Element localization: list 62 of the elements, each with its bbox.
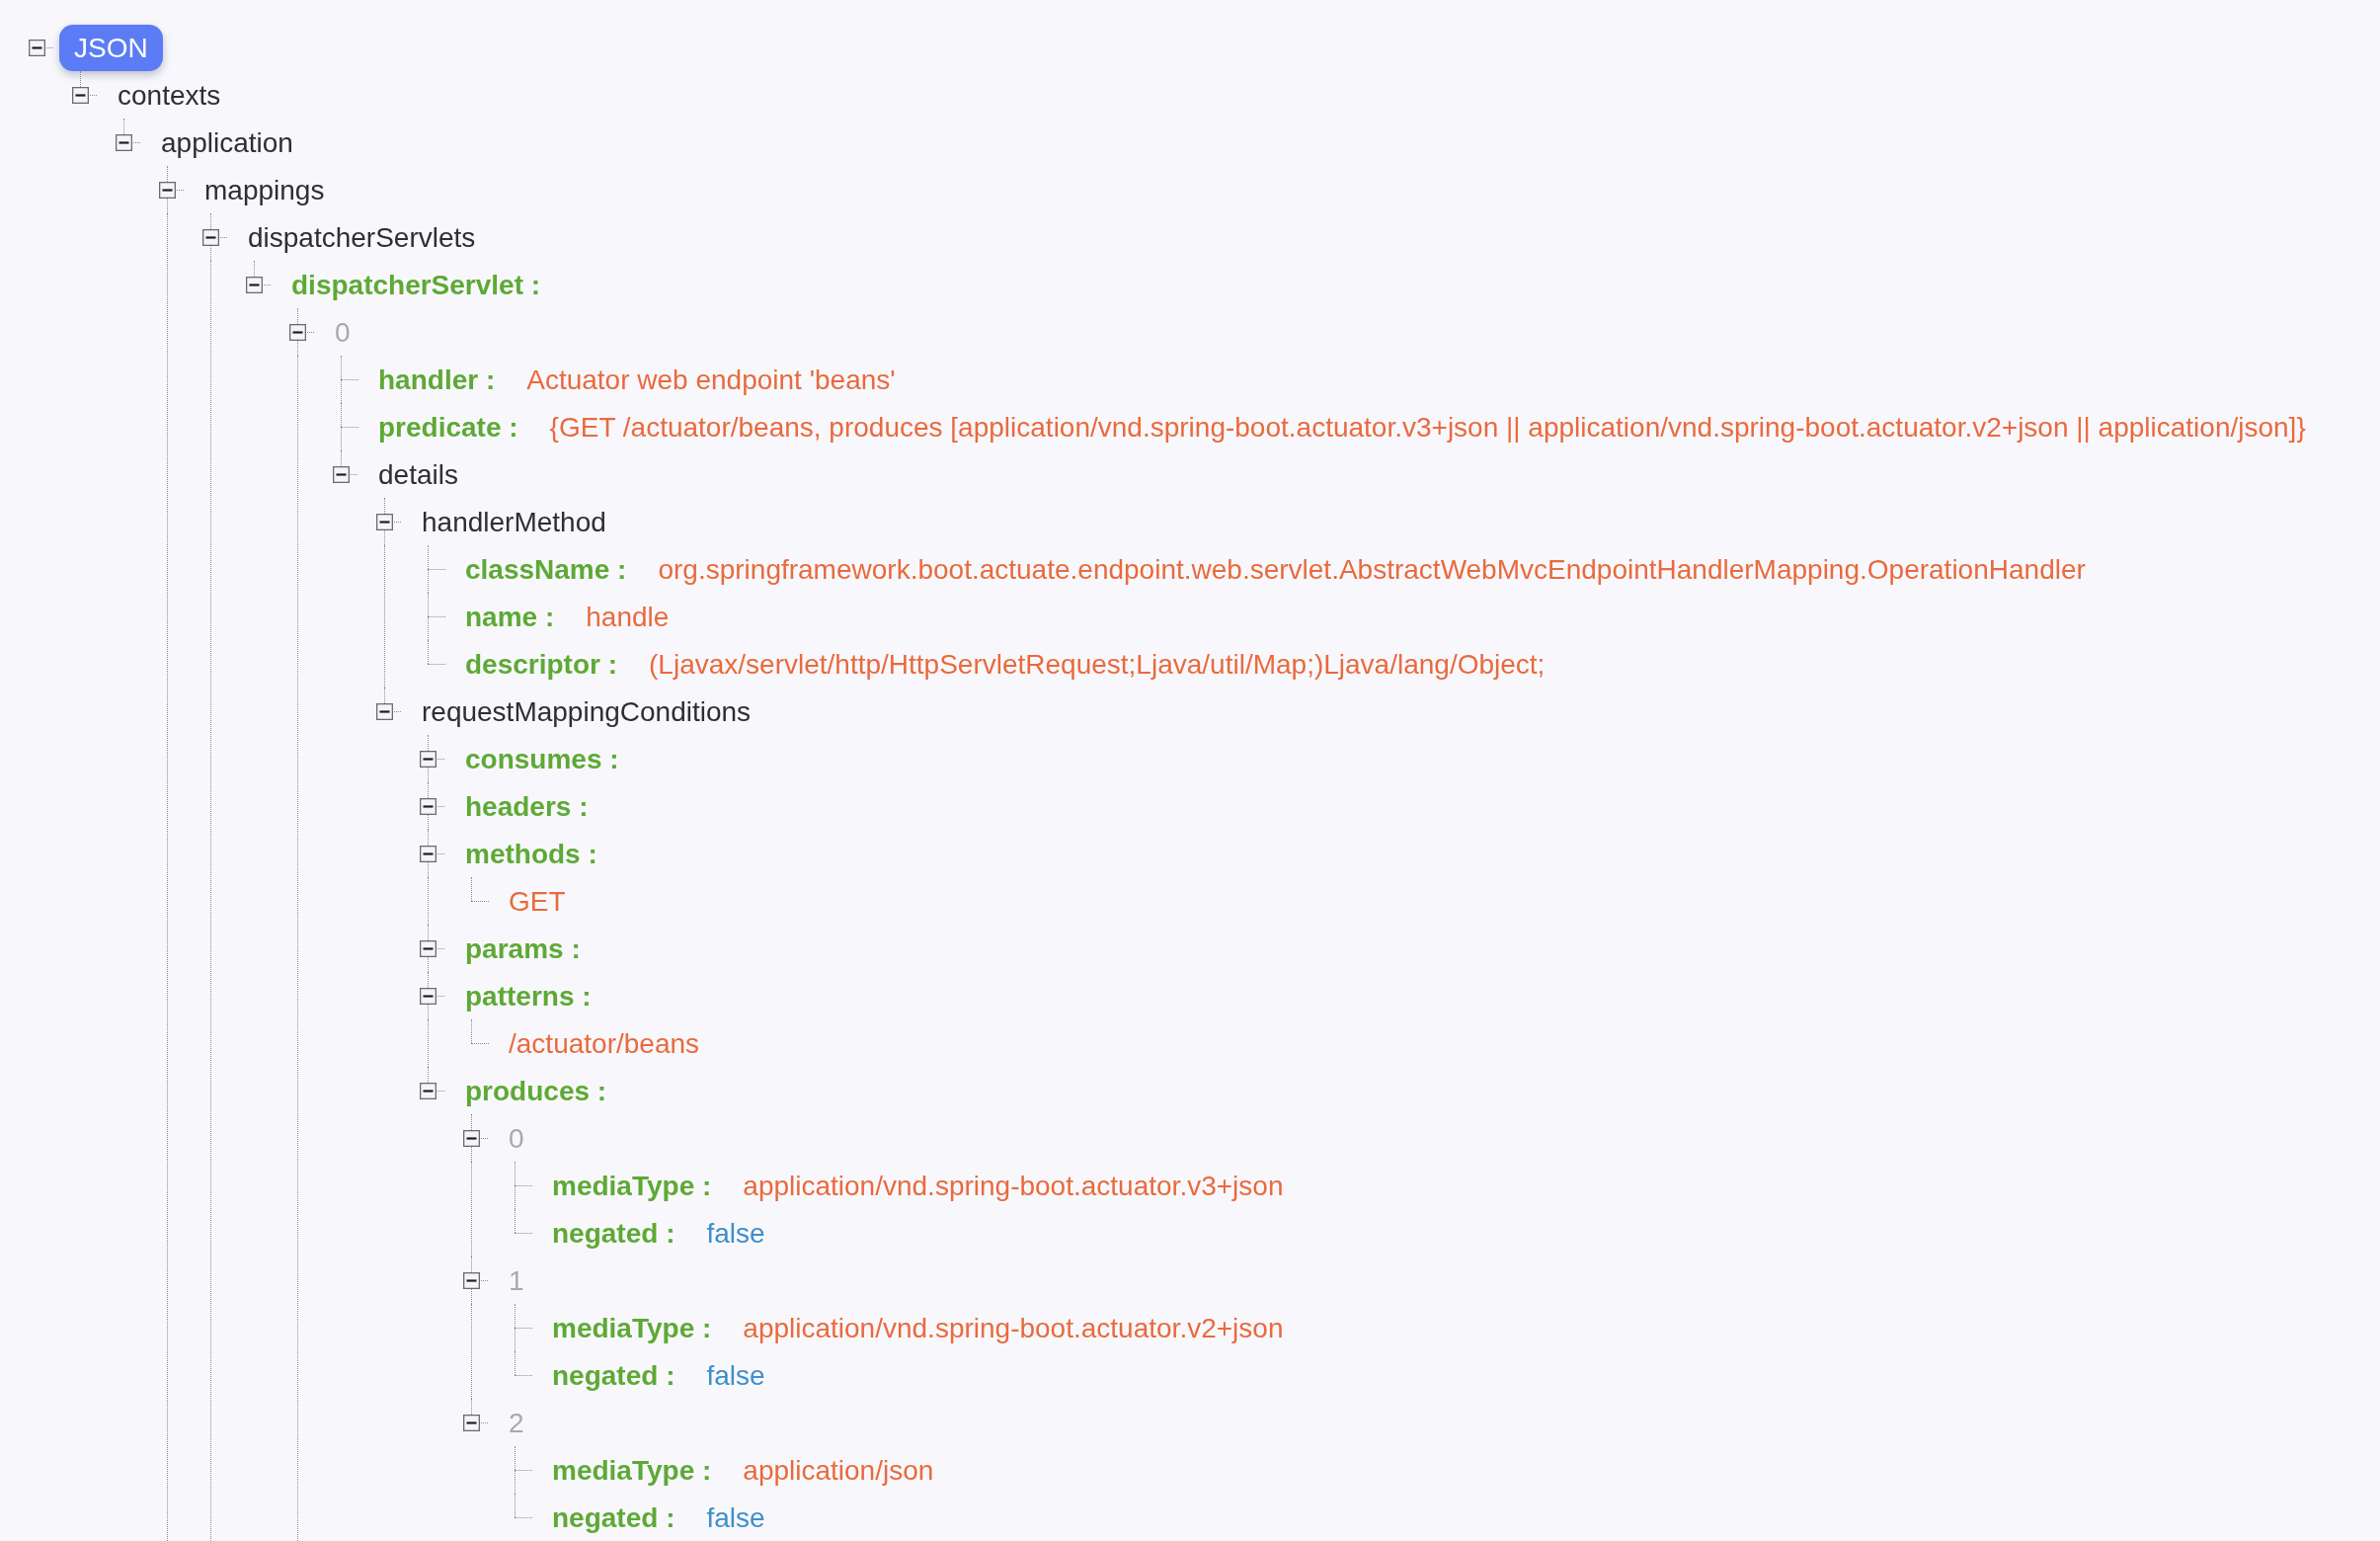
minus-toggle-icon[interactable]: [420, 751, 436, 768]
array-key-label[interactable]: dispatcherServlet :: [291, 267, 541, 302]
minus-toggle-icon[interactable]: [29, 40, 45, 56]
key-label[interactable]: descriptor :: [465, 646, 618, 682]
array-index-label[interactable]: 2: [509, 1405, 524, 1440]
key-label[interactable]: negated :: [552, 1215, 675, 1251]
minus-toggle-icon[interactable]: [463, 1130, 480, 1147]
minus-toggle-icon[interactable]: [202, 229, 219, 246]
string-value: application/vnd.spring-boot.actuator.v3+json: [743, 1169, 1284, 1203]
array-index-label[interactable]: 0: [335, 314, 351, 350]
string-value: org.springframework.boot.actuate.endpoint.web.servlet.AbstractWebMvcEndpointHandlerMapping.OperationHandler: [658, 552, 2086, 587]
boolean-value: false: [706, 1358, 765, 1393]
string-value: {GET /actuator/beans, produces [application/vnd.spring-boot.actuator.v3+json || application/vnd.spring-boot.actuator.v2+json || application/json]}: [549, 410, 2306, 445]
minus-toggle-icon[interactable]: [72, 87, 89, 104]
selected-tree-node[interactable]: JSON: [59, 24, 163, 71]
array-key-label[interactable]: params :: [465, 931, 581, 966]
minus-toggle-icon[interactable]: [420, 940, 436, 957]
minus-toggle-icon[interactable]: [376, 703, 393, 720]
string-value: application/json: [743, 1453, 934, 1488]
array-index-label[interactable]: 1: [509, 1262, 524, 1298]
tree-node-label[interactable]: dispatcherServlets: [248, 219, 476, 255]
minus-toggle-icon[interactable]: [463, 1415, 480, 1431]
tree-node-label[interactable]: handlerMethod: [422, 504, 606, 539]
key-label[interactable]: mediaType :: [552, 1168, 712, 1203]
array-key-label[interactable]: consumes :: [465, 741, 619, 776]
minus-toggle-icon[interactable]: [420, 798, 436, 815]
key-label[interactable]: negated :: [552, 1500, 675, 1535]
minus-toggle-icon[interactable]: [246, 277, 263, 293]
tree-node-label[interactable]: mappings: [204, 172, 325, 207]
string-value: application/vnd.spring-boot.actuator.v2+json: [743, 1311, 1284, 1345]
array-key-label[interactable]: methods :: [465, 836, 597, 871]
boolean-value: false: [706, 1500, 765, 1535]
tree-node-label[interactable]: contexts: [118, 77, 221, 113]
minus-toggle-icon[interactable]: [376, 514, 393, 530]
minus-toggle-icon[interactable]: [420, 988, 436, 1005]
array-item-value[interactable]: /actuator/beans: [509, 1025, 700, 1061]
key-label[interactable]: predicate :: [378, 409, 518, 445]
array-index-label[interactable]: 0: [509, 1120, 524, 1156]
boolean-value: false: [706, 1216, 765, 1251]
tree-node-label[interactable]: requestMappingConditions: [422, 693, 752, 729]
tree-node-label[interactable]: application: [161, 124, 293, 160]
key-label[interactable]: negated :: [552, 1357, 675, 1393]
array-key-label[interactable]: headers :: [465, 788, 589, 824]
key-label[interactable]: className :: [465, 551, 627, 587]
tree-node-label[interactable]: details: [378, 456, 458, 492]
minus-toggle-icon[interactable]: [116, 134, 132, 151]
array-item-value[interactable]: GET: [509, 883, 566, 919]
key-label[interactable]: name :: [465, 599, 555, 634]
minus-toggle-icon[interactable]: [420, 1083, 436, 1099]
string-value: Actuator web endpoint 'beans': [526, 363, 896, 397]
minus-toggle-icon[interactable]: [463, 1272, 480, 1289]
minus-toggle-icon[interactable]: [159, 182, 176, 199]
key-label[interactable]: handler :: [378, 362, 496, 397]
string-value: (Ljavax/servlet/http/HttpServletRequest;Ljava/util/Map;)Ljava/lang/Object;: [649, 647, 1546, 682]
minus-toggle-icon[interactable]: [289, 324, 306, 341]
key-label[interactable]: mediaType :: [552, 1310, 712, 1345]
array-key-label[interactable]: produces :: [465, 1073, 607, 1108]
string-value: handle: [586, 600, 670, 634]
array-key-label[interactable]: patterns :: [465, 978, 592, 1014]
minus-toggle-icon[interactable]: [333, 466, 350, 483]
key-label[interactable]: mediaType :: [552, 1452, 712, 1488]
minus-toggle-icon[interactable]: [420, 846, 436, 862]
